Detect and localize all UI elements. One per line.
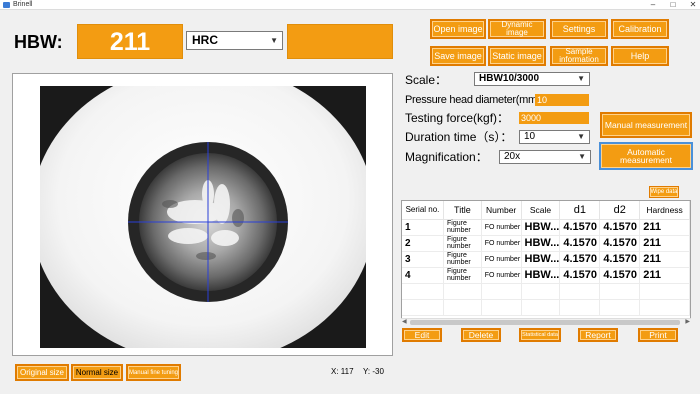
cell-d1: 4.1570 — [559, 219, 601, 236]
indentation-micrograph — [40, 86, 366, 348]
help-button[interactable]: Help — [611, 46, 669, 66]
results-table[interactable]: Serial no. Title Number Scale d1 d2 Hard… — [401, 200, 691, 326]
close-icon[interactable]: ✕ — [688, 0, 698, 10]
cell-title: Figure number — [443, 235, 482, 252]
cell-scale: HBW... — [521, 235, 561, 252]
cell-d2: 4.1570 — [599, 251, 641, 268]
sample-information-button[interactable]: Sample information — [550, 46, 608, 66]
print-button[interactable]: Print — [638, 328, 678, 342]
table-row[interactable]: 3 Figure number FO number HBW... 4.1570 … — [402, 251, 690, 268]
chevron-down-icon: ▼ — [577, 132, 585, 141]
chevron-down-icon: ▼ — [577, 74, 585, 83]
cell-d2: 4.1570 — [599, 267, 641, 284]
scrollbar-thumb[interactable] — [410, 320, 680, 325]
duration-select-value: 10 — [524, 131, 536, 142]
wipe-data-button[interactable]: Wipe data — [649, 186, 679, 198]
cell-d2: 4.1570 — [599, 235, 641, 252]
table-header-row: Serial no. Title Number Scale d1 d2 Hard… — [402, 201, 690, 220]
y-coordinate: Y: -30 — [363, 367, 384, 376]
column-header-hardness[interactable]: Hardness — [639, 201, 690, 220]
cell-scale: HBW... — [521, 251, 561, 268]
scale-select[interactable]: HBW10/3000 ▼ — [474, 72, 590, 86]
cell-serial: 1 — [402, 219, 444, 236]
app-icon — [3, 2, 10, 8]
indentation-image[interactable] — [40, 86, 366, 348]
cell-hardness: 211 — [639, 251, 690, 268]
cell-hardness: 211 — [639, 267, 690, 284]
column-header-d1[interactable]: d1 — [559, 201, 601, 220]
cell-hardness: 211 — [639, 219, 690, 236]
cell-number: FO number — [481, 219, 522, 236]
scale-select-value: HBW10/3000 — [479, 73, 540, 84]
table-row[interactable]: 4 Figure number FO number HBW... 4.1570 … — [402, 267, 690, 284]
manual-fine-tuning-button[interactable]: Manual fine tuning — [126, 364, 181, 381]
cell-number: FO number — [481, 267, 522, 284]
chevron-down-icon: ▼ — [578, 152, 586, 161]
magnification-label: Magnification： — [405, 150, 488, 164]
delete-button[interactable]: Delete — [461, 328, 501, 342]
scroll-right-icon[interactable]: ▶ — [685, 319, 690, 326]
table-row-empty — [402, 299, 690, 316]
x-coordinate: X: 117 — [331, 367, 354, 376]
calibration-button[interactable]: Calibration — [611, 19, 669, 39]
column-header-title[interactable]: Title — [443, 201, 482, 220]
dynamic-image-button[interactable]: Dynamic image — [488, 19, 546, 39]
title-bar: Brinell – □ ✕ — [0, 0, 700, 10]
scroll-left-icon[interactable]: ◀ — [402, 319, 407, 326]
column-header-scale[interactable]: Scale — [521, 201, 561, 220]
settings-button[interactable]: Settings — [550, 19, 608, 39]
cell-title: Figure number — [443, 219, 482, 236]
window-title: Brinell — [13, 1, 33, 8]
edit-button[interactable]: Edit — [402, 328, 442, 342]
cell-d1: 4.1570 — [559, 251, 601, 268]
cell-serial: 3 — [402, 251, 444, 268]
hbw-value: 211 — [77, 24, 183, 59]
force-input[interactable]: 3000 — [519, 112, 589, 124]
cell-scale: HBW... — [521, 219, 561, 236]
scale-label: Scale： — [405, 73, 448, 87]
table-horizontal-scrollbar[interactable]: ◀ ▶ — [401, 318, 691, 326]
cell-hardness: 211 — [639, 235, 690, 252]
table-row[interactable]: 1 Figure number FO number HBW... 4.1570 … — [402, 219, 690, 236]
window-controls: – □ ✕ — [648, 0, 698, 10]
cell-number: FO number — [481, 235, 522, 252]
minimize-icon[interactable]: – — [648, 0, 658, 10]
open-image-button[interactable]: Open image — [430, 19, 486, 39]
statistical-data-button[interactable]: Statistical data — [519, 328, 561, 342]
automatic-measurement-button[interactable]: Automatic measurement — [599, 142, 693, 170]
manual-measurement-button[interactable]: Manual measurement — [600, 112, 692, 138]
save-image-button[interactable]: Save image — [430, 46, 486, 66]
magnification-select[interactable]: 20x ▼ — [499, 150, 591, 164]
normal-size-button[interactable]: Normal size — [71, 364, 123, 381]
report-button[interactable]: Report — [578, 328, 618, 342]
secondary-value-box — [287, 24, 393, 59]
hbw-label: HBW: — [14, 32, 63, 52]
cell-d2: 4.1570 — [599, 219, 641, 236]
duration-label: Duration time（s）： — [405, 130, 513, 144]
static-image-button[interactable]: Static image — [488, 46, 546, 66]
hardness-unit-value: HRC — [192, 33, 218, 47]
table-row[interactable]: 2 Figure number FO number HBW... 4.1570 … — [402, 235, 690, 252]
cell-serial: 2 — [402, 235, 444, 252]
column-header-number[interactable]: Number — [481, 201, 522, 220]
cell-title: Figure number — [443, 267, 482, 284]
duration-select[interactable]: 10 ▼ — [519, 130, 590, 144]
hardness-unit-select[interactable]: HRC ▼ — [186, 31, 283, 50]
cell-scale: HBW... — [521, 267, 561, 284]
magnification-select-value: 20x — [504, 151, 521, 162]
cell-title: Figure number — [443, 251, 482, 268]
cell-d1: 4.1570 — [559, 235, 601, 252]
chevron-down-icon: ▼ — [270, 36, 278, 45]
cell-number: FO number — [481, 251, 522, 268]
maximize-icon[interactable]: □ — [668, 0, 678, 10]
diameter-label: Pressure head diameter(mm)： — [405, 94, 551, 106]
cell-serial: 4 — [402, 267, 444, 284]
diameter-input[interactable]: 10 — [535, 94, 589, 106]
column-header-serial[interactable]: Serial no. — [402, 201, 444, 220]
force-label: Testing force(kgf)： — [405, 111, 510, 125]
original-size-button[interactable]: Original size — [15, 364, 69, 381]
table-row-empty — [402, 283, 690, 300]
column-header-d2[interactable]: d2 — [599, 201, 641, 220]
cell-d1: 4.1570 — [559, 267, 601, 284]
